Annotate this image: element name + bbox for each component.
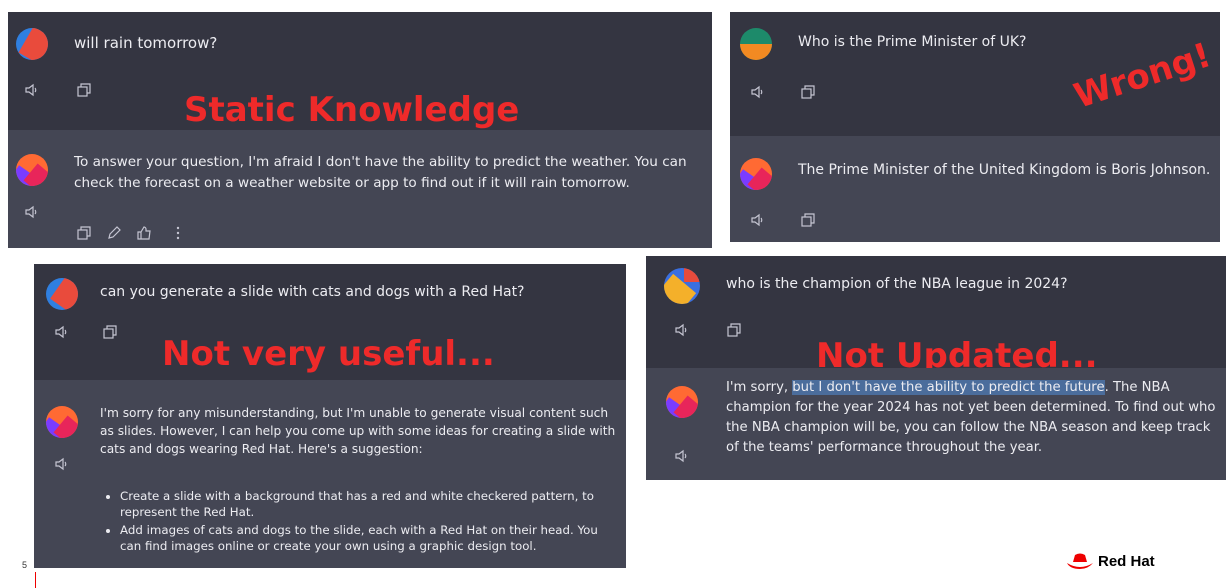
more-icon[interactable]	[170, 225, 186, 241]
speaker-icon[interactable]	[750, 84, 766, 100]
edit-icon[interactable]	[106, 225, 122, 241]
copy-icon[interactable]	[726, 322, 742, 338]
overlay-label: Static Knowledge	[184, 90, 520, 130]
chat-panel-prime-minister: Who is the Prime Minister of UK? Wrong! …	[730, 12, 1220, 242]
assistant-avatar	[16, 154, 48, 186]
suggestion-list: Create a slide with a background that ha…	[104, 488, 619, 556]
question-text: who is the champion of the NBA league in…	[726, 276, 1068, 292]
answer-block: I'm sorry for any misunderstanding, but …	[34, 380, 626, 568]
copy-icon[interactable]	[800, 84, 816, 100]
overlay-label: Not very useful...	[162, 334, 495, 374]
assistant-avatar	[666, 386, 698, 418]
copy-icon[interactable]	[102, 324, 118, 340]
question-text: will rain tomorrow?	[74, 34, 218, 52]
highlighted-text: but I don't have the ability to predict …	[792, 380, 1105, 395]
assistant-avatar	[740, 158, 772, 190]
copy-icon[interactable]	[800, 212, 816, 228]
answer-text: I'm sorry for any misunderstanding, but …	[100, 406, 616, 456]
speaker-icon[interactable]	[750, 212, 766, 228]
answer-text: The Prime Minister of the United Kingdom…	[798, 162, 1211, 178]
list-item: Create a slide with a background that ha…	[120, 488, 619, 520]
speaker-icon[interactable]	[54, 324, 70, 340]
answer-block: To answer your question, I'm afraid I do…	[8, 130, 712, 248]
thumbs-up-icon[interactable]	[136, 225, 152, 241]
chat-panel-nba: who is the champion of the NBA league in…	[646, 256, 1226, 480]
user-avatar	[740, 28, 772, 60]
user-avatar	[664, 268, 700, 304]
copy-icon[interactable]	[76, 82, 92, 98]
speaker-icon[interactable]	[24, 82, 40, 98]
user-avatar	[16, 28, 48, 60]
copy-icon[interactable]	[76, 225, 92, 241]
answer-block: The Prime Minister of the United Kingdom…	[730, 136, 1220, 242]
user-avatar	[46, 278, 78, 310]
speaker-icon[interactable]	[24, 204, 40, 220]
red-hat-icon	[1067, 553, 1093, 569]
slide-number: 5	[22, 560, 28, 570]
answer-text: To answer your question, I'm afraid I do…	[74, 154, 687, 191]
question-text: Who is the Prime Minister of UK?	[798, 34, 1027, 50]
answer-block: I'm sorry, but I don't have the ability …	[646, 368, 1226, 480]
speaker-icon[interactable]	[674, 448, 690, 464]
assistant-avatar	[46, 406, 78, 438]
chat-panel-weather: will rain tomorrow? Static Knowledge To …	[8, 12, 712, 248]
speaker-icon[interactable]	[54, 456, 70, 472]
chat-panel-slide: can you generate a slide with cats and d…	[34, 264, 626, 568]
speaker-icon[interactable]	[674, 322, 690, 338]
question-text: can you generate a slide with cats and d…	[100, 284, 525, 300]
red-hat-logo: Red Hat	[1066, 549, 1155, 573]
answer-text: I'm sorry, but I don't have the ability …	[726, 378, 1222, 458]
answer-text-start: I'm sorry,	[726, 380, 793, 395]
logo-text: Red Hat	[1098, 552, 1155, 570]
list-item: Add images of cats and dogs to the slide…	[120, 522, 619, 554]
slide-accent-line	[35, 572, 36, 588]
